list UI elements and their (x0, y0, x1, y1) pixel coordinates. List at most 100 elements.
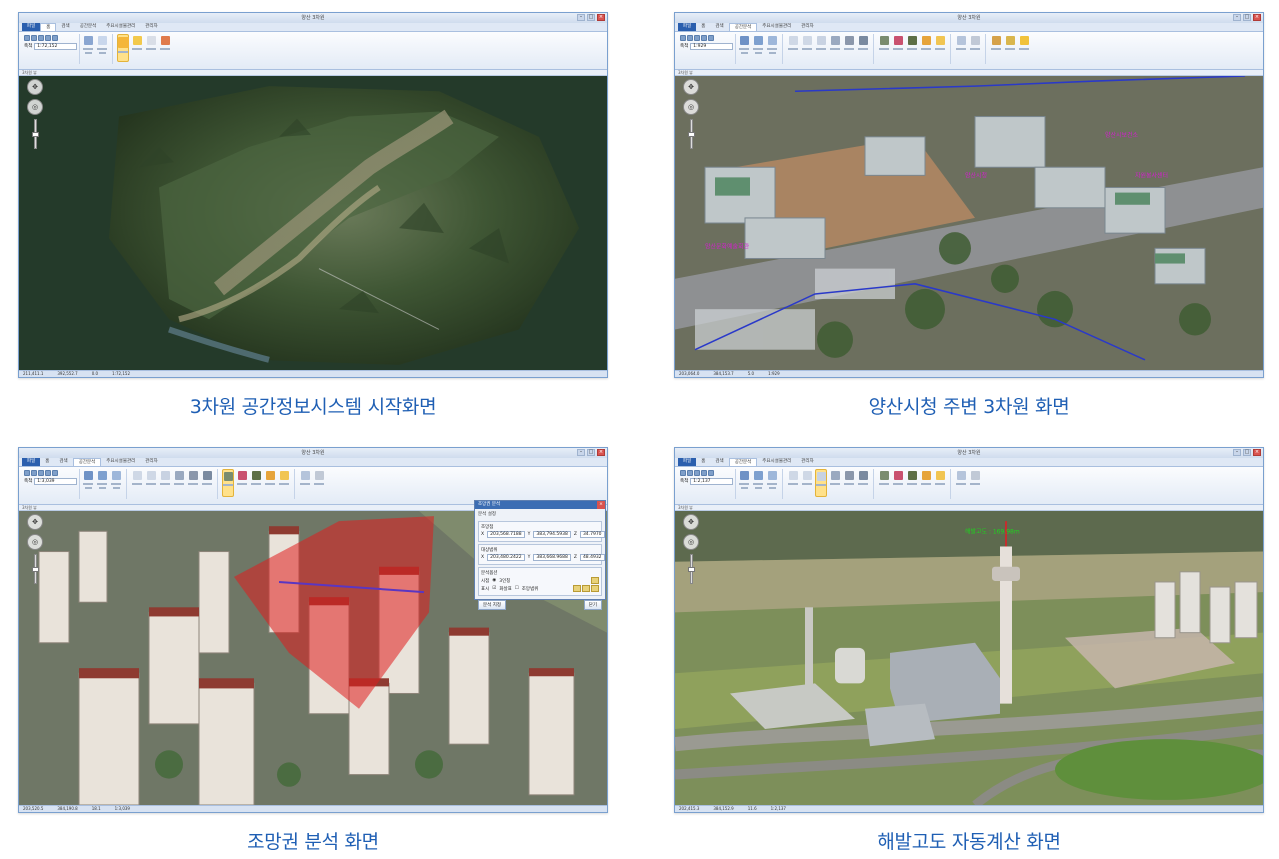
tool-button[interactable] (752, 469, 764, 497)
text-button[interactable] (1018, 34, 1030, 62)
arrow-left-button[interactable] (573, 585, 581, 592)
view-analysis-button[interactable] (878, 34, 890, 62)
refresh-icon[interactable] (45, 470, 51, 476)
zoom-out-icon[interactable] (687, 35, 693, 41)
angle-button[interactable] (829, 34, 841, 62)
minimize-button[interactable]: – (577, 14, 585, 21)
pan-icon[interactable] (694, 470, 700, 476)
checkbox-icon[interactable]: ☐ (515, 586, 519, 591)
area-button[interactable] (801, 469, 813, 497)
zoom-slider[interactable] (32, 554, 39, 584)
maximize-button[interactable]: □ (587, 449, 595, 456)
refresh-icon[interactable] (701, 470, 707, 476)
checkbox-icon[interactable]: ☑ (492, 586, 496, 591)
tool-button[interactable] (738, 469, 750, 497)
flood-button[interactable] (892, 469, 904, 497)
tab-admin[interactable]: 관리자 (796, 458, 818, 466)
pan-icon[interactable] (38, 470, 44, 476)
sunlight-button[interactable] (920, 469, 932, 497)
zoom-slider-handle[interactable] (32, 132, 39, 137)
tab-spatial-analysis[interactable]: 공간분석 (75, 23, 102, 31)
sunlight-button[interactable] (264, 469, 276, 497)
screen-save-button[interactable] (131, 34, 143, 62)
home-icon[interactable] (52, 35, 58, 41)
section-button[interactable] (201, 469, 213, 497)
zoom-slider[interactable] (688, 554, 695, 584)
zoom-out-icon[interactable] (31, 470, 37, 476)
view-analysis-button[interactable] (222, 469, 234, 497)
flood-button[interactable] (892, 34, 904, 62)
area-button[interactable] (145, 469, 157, 497)
home-icon[interactable] (708, 470, 714, 476)
compass-icon[interactable]: ✥ (27, 514, 43, 530)
tab-file[interactable]: 파일 (678, 458, 697, 466)
height-button[interactable] (159, 469, 171, 497)
print-button[interactable] (145, 34, 157, 62)
shadow-button[interactable] (250, 469, 262, 497)
angle-button[interactable] (173, 469, 185, 497)
refresh-icon[interactable] (45, 35, 51, 41)
start-y-field[interactable]: 383,794.5938 (533, 531, 571, 538)
3d-map-view[interactable] (19, 76, 607, 370)
full-view-button[interactable] (117, 34, 129, 62)
tool-button[interactable] (738, 34, 750, 62)
tab-search[interactable]: 검색 (710, 458, 728, 466)
shadow-button[interactable] (906, 34, 918, 62)
target-y-field[interactable]: 383,668.9688 (533, 554, 571, 561)
view-analysis-button[interactable] (878, 469, 890, 497)
zoom-slider[interactable] (32, 119, 39, 149)
tab-search[interactable]: 검색 (56, 23, 74, 31)
height-button[interactable] (815, 34, 827, 62)
home-icon[interactable] (708, 35, 714, 41)
zoom-in-icon[interactable] (680, 470, 686, 476)
3d-map-view[interactable]: 양산시청 양산문화예술회관 양산시보건소 자원봉사센터 (675, 76, 1263, 370)
shadow-button[interactable] (906, 469, 918, 497)
tilt-icon[interactable]: ◎ (683, 534, 699, 550)
close-button[interactable]: × (597, 14, 605, 21)
zoom-slider[interactable] (688, 119, 695, 149)
zoom-slider-handle[interactable] (688, 132, 695, 137)
pan-icon[interactable] (38, 35, 44, 41)
zoom-out-icon[interactable] (31, 35, 37, 41)
dialog-close-icon[interactable]: × (597, 501, 605, 509)
scale-field[interactable]: 1:929 (690, 43, 733, 50)
maximize-button[interactable]: □ (1243, 14, 1251, 21)
tab-admin[interactable]: 관리자 (140, 23, 162, 31)
flood-button[interactable] (236, 469, 248, 497)
slope-button[interactable] (843, 469, 855, 497)
tab-file[interactable]: 파일 (22, 458, 41, 466)
arrow-right-button[interactable] (591, 585, 599, 592)
zoom-out-icon[interactable] (687, 470, 693, 476)
area-button[interactable] (801, 34, 813, 62)
slope-button[interactable] (187, 469, 199, 497)
tab-facility[interactable]: 주요시설물관리 (757, 458, 796, 466)
distance-button[interactable] (131, 469, 143, 497)
minimize-button[interactable]: – (1233, 449, 1241, 456)
tab-facility[interactable]: 주요시설물관리 (757, 23, 796, 31)
close-button[interactable]: × (1253, 14, 1261, 21)
minimize-button[interactable]: – (1233, 14, 1241, 21)
tab-home[interactable]: 홈 (40, 23, 57, 31)
flight-button[interactable] (969, 34, 981, 62)
folder-button[interactable] (934, 34, 946, 62)
tab-file[interactable]: 파일 (22, 23, 41, 31)
distance-button[interactable] (787, 34, 799, 62)
folder-button[interactable] (278, 469, 290, 497)
start-z-field[interactable]: 34.7970 (579, 531, 605, 538)
tab-facility[interactable]: 주요시설물관리 (101, 23, 140, 31)
arrow-down-button[interactable] (582, 585, 590, 592)
tool-button[interactable] (766, 469, 778, 497)
tab-admin[interactable]: 관리자 (796, 23, 818, 31)
minimize-button[interactable]: – (577, 449, 585, 456)
tab-home[interactable]: 홈 (696, 458, 710, 466)
scale-field[interactable]: 1:72,152 (34, 43, 77, 50)
zoom-slider-handle[interactable] (32, 567, 39, 572)
target-z-field[interactable]: 48.4932 (579, 554, 605, 561)
start-x-field[interactable]: 203,568.7188 (487, 531, 525, 538)
tab-home[interactable]: 홈 (696, 23, 710, 31)
tool-button[interactable] (766, 34, 778, 62)
zoom-in-icon[interactable] (680, 35, 686, 41)
tab-spatial-analysis[interactable]: 공간분석 (728, 23, 758, 31)
maximize-button[interactable]: □ (1243, 449, 1251, 456)
angle-button[interactable] (829, 469, 841, 497)
